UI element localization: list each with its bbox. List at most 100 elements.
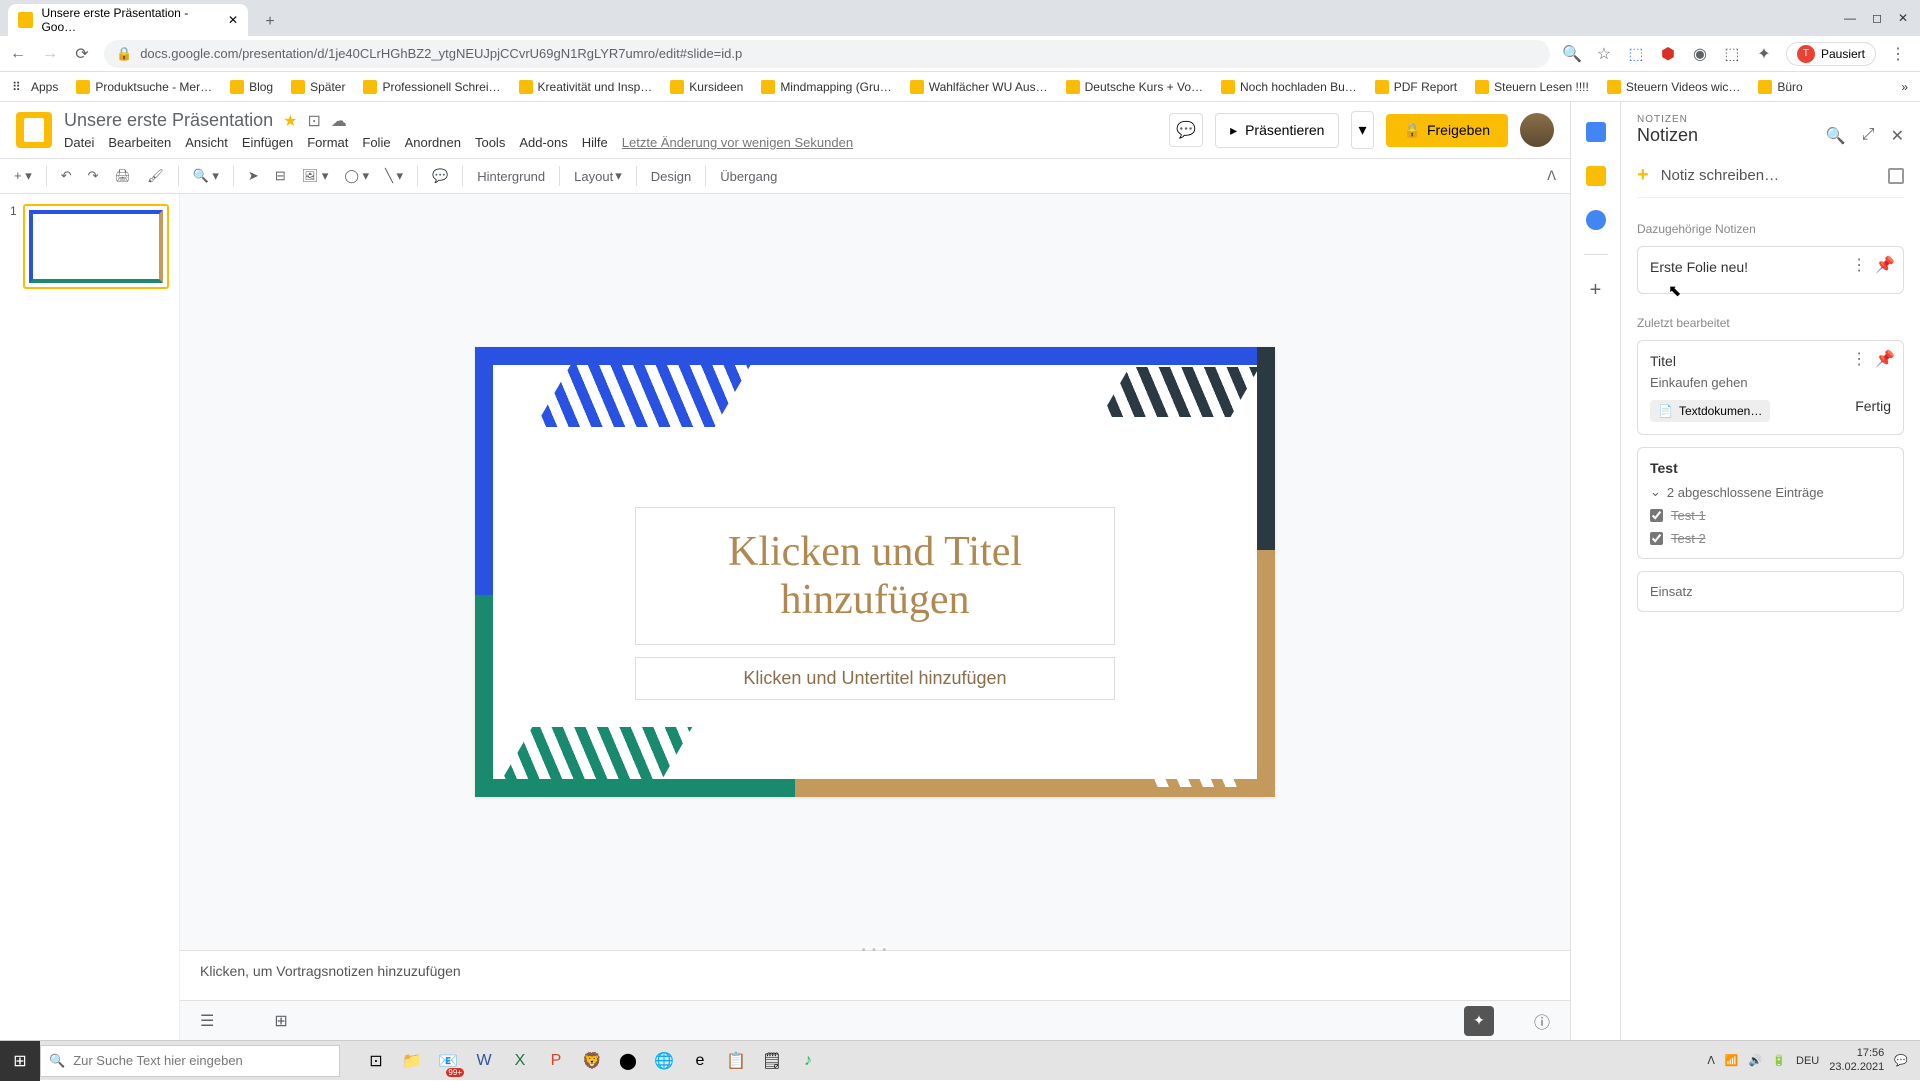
undo-button[interactable]: ↶ xyxy=(55,164,78,188)
excel-icon[interactable]: X xyxy=(504,1045,536,1077)
note-card-related[interactable]: ⋮ 📌 Erste Folie neu! ⬉ xyxy=(1637,246,1904,294)
profile-button[interactable]: T Pausiert xyxy=(1786,42,1876,66)
url-input[interactable]: 🔒 docs.google.com/presentation/d/1je40CL… xyxy=(104,40,1550,68)
apps-button[interactable]: ⠿Apps xyxy=(12,80,58,94)
menu-help[interactable]: Hilfe xyxy=(582,135,608,150)
layout-button[interactable]: Layout ▾ xyxy=(568,164,628,188)
brave-icon[interactable]: 🦁 xyxy=(576,1045,608,1077)
print-button[interactable]: 🖨 xyxy=(109,164,138,188)
back-button[interactable]: ← xyxy=(8,44,28,64)
notifications-icon[interactable]: 💬 xyxy=(1894,1054,1908,1067)
image-tool[interactable]: 🖼 ▾ xyxy=(296,164,335,188)
comment-tool[interactable]: 💬 xyxy=(426,164,454,188)
menu-slide[interactable]: Folie xyxy=(362,135,390,150)
slides-logo-icon[interactable] xyxy=(16,112,52,148)
close-tab-icon[interactable]: ✕ xyxy=(228,13,238,27)
drag-handle-icon[interactable]: • • • xyxy=(862,945,888,956)
menu-addons[interactable]: Add-ons xyxy=(519,135,567,150)
tasks-icon[interactable] xyxy=(1586,210,1606,230)
transition-button[interactable]: Übergang xyxy=(714,165,783,188)
info-icon[interactable]: ⓘ xyxy=(1534,1009,1550,1033)
keep-icon[interactable] xyxy=(1586,166,1606,186)
bookmark-item[interactable]: Noch hochladen Bu… xyxy=(1221,80,1357,94)
background-button[interactable]: Hintergrund xyxy=(471,165,551,188)
note-card[interactable]: ⋮ 📌 Titel Einkaufen gehen 📄 Textdokumen…… xyxy=(1637,340,1904,435)
kebab-menu-icon[interactable]: ⋮ xyxy=(1888,44,1908,64)
filmstrip-view-icon[interactable]: ☰ xyxy=(200,1011,214,1031)
task-view-icon[interactable]: ⊡ xyxy=(360,1045,392,1077)
bookmark-item[interactable]: Professionell Schrei… xyxy=(363,80,500,94)
present-dropdown[interactable]: ▾ xyxy=(1351,111,1373,149)
taskbar-search[interactable]: 🔍 Zur Suche Text hier eingeben xyxy=(40,1045,340,1077)
tray-chevron-icon[interactable]: ᐱ xyxy=(1707,1054,1715,1067)
collapse-toolbar-icon[interactable]: ᐱ xyxy=(1541,164,1562,188)
pin-icon[interactable]: 📌 xyxy=(1875,255,1895,275)
comments-button[interactable]: 💬 xyxy=(1169,113,1203,147)
textbox-tool[interactable]: ⊟ xyxy=(269,164,292,188)
explorer-icon[interactable]: 📁 xyxy=(396,1045,428,1077)
document-title[interactable]: Unsere erste Präsentation xyxy=(64,110,273,131)
browser-tab[interactable]: Unsere erste Präsentation - Goo… ✕ xyxy=(8,4,248,36)
slide-thumbnail[interactable] xyxy=(23,204,169,289)
open-external-icon[interactable]: ⤢ xyxy=(1862,126,1875,146)
app-icon[interactable]: 📋 xyxy=(720,1045,752,1077)
star-icon[interactable]: ★ xyxy=(283,111,297,131)
bookmark-item[interactable]: Mindmapping (Gru… xyxy=(761,80,891,94)
forward-button[interactable]: → xyxy=(40,44,60,64)
mail-icon[interactable]: 📧99+ xyxy=(432,1045,464,1077)
menu-edit[interactable]: Bearbeiten xyxy=(108,135,171,150)
start-button[interactable]: ⊞ xyxy=(0,1041,40,1081)
user-avatar[interactable] xyxy=(1520,113,1554,147)
shape-tool[interactable]: ◯ ▾ xyxy=(338,164,375,188)
bookmark-star-icon[interactable]: ☆ xyxy=(1594,44,1614,64)
new-note-button[interactable]: + Notiz schreiben… xyxy=(1637,154,1904,198)
reload-button[interactable]: ⟳ xyxy=(72,44,92,64)
extension3-icon[interactable]: ⬚ xyxy=(1722,44,1742,64)
calendar-icon[interactable] xyxy=(1586,122,1606,142)
paint-format-button[interactable]: 🖌 xyxy=(141,164,170,188)
note-menu-icon[interactable]: ⋮ xyxy=(1851,349,1867,369)
present-button[interactable]: ▸ Präsentieren xyxy=(1215,113,1339,148)
chrome-icon[interactable]: 🌐 xyxy=(648,1045,680,1077)
clock[interactable]: 17:56 23.02.2021 xyxy=(1829,1047,1884,1073)
bookmark-item[interactable]: Kursideen xyxy=(670,80,743,94)
bookmark-item[interactable]: Deutsche Kurs + Vo… xyxy=(1066,80,1203,94)
extensions-menu-icon[interactable]: ✦ xyxy=(1754,44,1774,64)
pin-icon[interactable]: 📌 xyxy=(1875,349,1895,369)
title-placeholder[interactable]: Klicken und Titel hinzufügen xyxy=(635,507,1115,645)
bookmark-item[interactable]: Blog xyxy=(230,80,273,94)
bookmark-item[interactable]: Steuern Videos wic… xyxy=(1607,80,1741,94)
search-icon[interactable]: 🔍 xyxy=(1826,126,1846,146)
zoom-icon[interactable]: 🔍 xyxy=(1562,44,1582,64)
extension2-icon[interactable]: ◉ xyxy=(1690,44,1710,64)
checkbox[interactable] xyxy=(1650,509,1663,522)
grid-view-icon[interactable]: ⊞ xyxy=(274,1011,287,1031)
wifi-icon[interactable]: 📶 xyxy=(1725,1054,1739,1067)
add-addon-button[interactable]: + xyxy=(1590,279,1602,302)
word-icon[interactable]: W xyxy=(468,1045,500,1077)
volume-icon[interactable]: 🔊 xyxy=(1749,1054,1763,1067)
redo-button[interactable]: ↷ xyxy=(82,164,105,188)
menu-arrange[interactable]: Anordnen xyxy=(405,135,461,150)
new-slide-button[interactable]: + ▾ xyxy=(8,164,38,188)
menu-tools[interactable]: Tools xyxy=(475,135,505,150)
menu-file[interactable]: Datei xyxy=(64,135,94,150)
linked-doc-chip[interactable]: 📄 Textdokumen… xyxy=(1650,400,1770,422)
edge-icon[interactable]: e xyxy=(684,1045,716,1077)
checkbox-icon[interactable] xyxy=(1888,168,1904,184)
subtitle-placeholder[interactable]: Klicken und Untertitel hinzufügen xyxy=(635,657,1115,700)
adblock-icon[interactable]: ⬢ xyxy=(1658,44,1678,64)
menu-format[interactable]: Format xyxy=(307,135,348,150)
move-icon[interactable]: ⊡ xyxy=(307,111,320,131)
speaker-notes[interactable]: • • • Klicken, um Vortragsnotizen hinzuz… xyxy=(180,950,1570,1000)
explore-button[interactable]: ✦ xyxy=(1464,1006,1494,1036)
checklist-item[interactable]: Test 1 xyxy=(1650,508,1891,523)
design-button[interactable]: Design xyxy=(645,165,697,188)
close-window-icon[interactable]: ✕ xyxy=(1898,11,1908,25)
maximize-icon[interactable]: ◻ xyxy=(1872,11,1882,25)
battery-icon[interactable]: 🔋 xyxy=(1772,1054,1786,1067)
menu-view[interactable]: Ansicht xyxy=(185,135,228,150)
bookmark-item[interactable]: Produktsuche - Mer… xyxy=(76,80,212,94)
bookmarks-overflow[interactable]: » xyxy=(1901,80,1908,94)
collapse-toggle[interactable]: ⌄ 2 abgeschlossene Einträge xyxy=(1650,484,1891,500)
